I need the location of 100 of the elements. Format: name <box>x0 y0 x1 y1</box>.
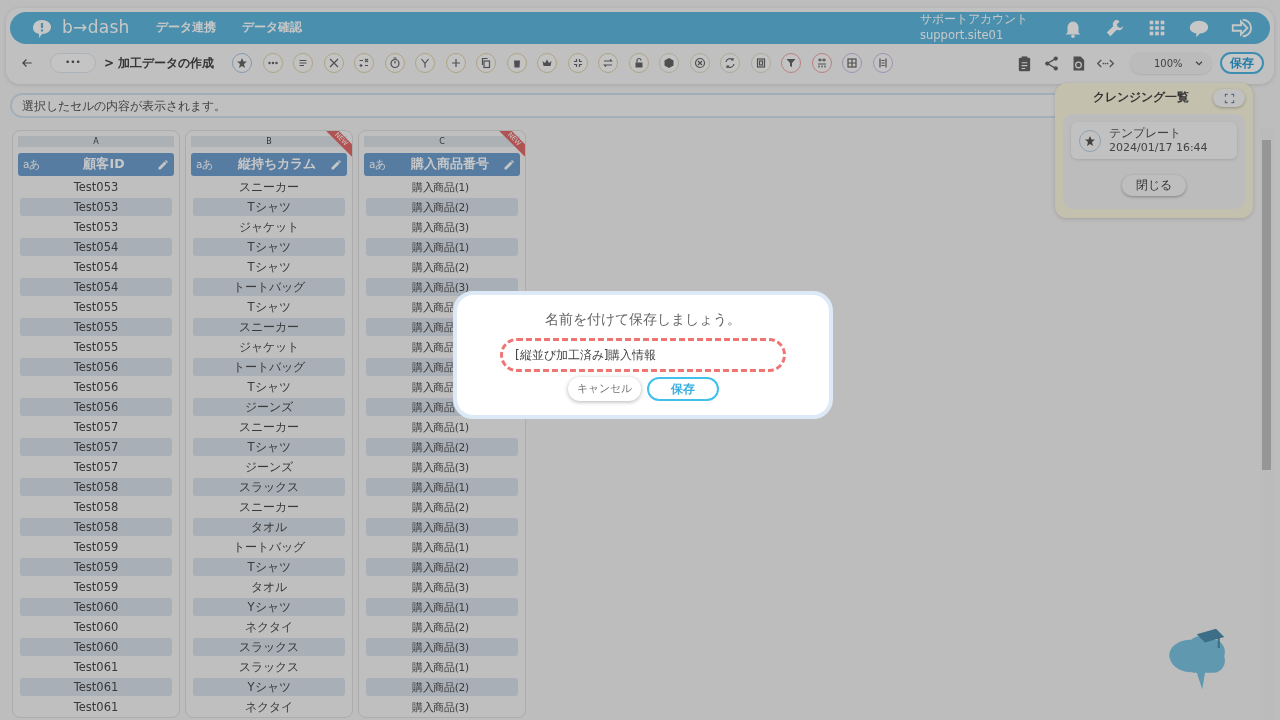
table-cell[interactable]: Tシャツ <box>193 258 345 276</box>
filter-icon[interactable] <box>781 53 802 73</box>
timer-icon[interactable] <box>384 53 405 73</box>
table-cell[interactable]: Test058 <box>20 478 172 496</box>
table-cell[interactable]: Test058 <box>20 518 172 536</box>
split-icon[interactable] <box>811 53 832 73</box>
table-cell[interactable]: Test060 <box>20 618 172 636</box>
table-cell[interactable]: Test060 <box>20 638 172 656</box>
column-icon[interactable] <box>872 53 893 73</box>
table-cell[interactable]: Tシャツ <box>193 438 345 456</box>
table-cell[interactable]: Yシャツ <box>193 598 345 616</box>
table-cell[interactable]: 購入商品(1) <box>366 598 518 616</box>
table-cell[interactable]: Test057 <box>20 458 172 476</box>
table-cell[interactable]: 購入商品(1) <box>366 178 518 196</box>
table-cell[interactable]: トートバッグ <box>193 358 345 376</box>
table-cell[interactable]: 購入商品(2) <box>366 198 518 216</box>
table-cell[interactable]: ジーンズ <box>193 398 345 416</box>
table-cell[interactable]: Tシャツ <box>193 558 345 576</box>
table-cell[interactable]: スラックス <box>193 478 345 496</box>
share-icon[interactable] <box>1043 54 1060 72</box>
table-cell[interactable]: 購入商品(3) <box>366 698 518 716</box>
table-cell[interactable]: 購入商品(1) <box>366 658 518 676</box>
table-cell[interactable]: タオル <box>193 518 345 536</box>
table-cell[interactable]: Test054 <box>20 258 172 276</box>
table-cell[interactable]: 購入商品(3) <box>366 458 518 476</box>
table-cell[interactable]: Test058 <box>20 498 172 516</box>
logout-icon[interactable] <box>1230 17 1252 39</box>
table-cell[interactable]: 購入商品(3) <box>366 518 518 536</box>
table-cell[interactable]: 購入商品(2) <box>366 678 518 696</box>
table-cell[interactable]: スニーカー <box>193 498 345 516</box>
table-cell[interactable]: Test057 <box>20 418 172 436</box>
table-cell[interactable]: Test059 <box>20 558 172 576</box>
table-cell[interactable]: 購入商品(1) <box>366 418 518 436</box>
table-cell[interactable]: Tシャツ <box>193 238 345 256</box>
save-button[interactable]: 保存 <box>1220 52 1264 74</box>
table-cell[interactable]: Test057 <box>20 438 172 456</box>
table-cell[interactable]: 購入商品(3) <box>366 278 518 296</box>
table-cell[interactable]: 購入商品(1) <box>366 238 518 256</box>
lock-icon[interactable] <box>628 53 649 73</box>
table-cell[interactable]: トートバッグ <box>193 538 345 556</box>
more-icon[interactable] <box>262 53 283 73</box>
table-cell[interactable]: ジーンズ <box>193 458 345 476</box>
template-card[interactable]: テンプレート 2024/01/17 16:44 <box>1071 122 1237 160</box>
table-cell[interactable]: Test055 <box>20 318 172 336</box>
pencil-icon[interactable] <box>503 158 515 171</box>
zoom-select[interactable]: 100% <box>1130 52 1212 74</box>
pencil-icon[interactable] <box>330 158 342 171</box>
table-cell[interactable]: Tシャツ <box>193 198 345 216</box>
table-cell[interactable]: 購入商品(3) <box>366 638 518 656</box>
table-cell[interactable]: Tシャツ <box>193 298 345 316</box>
table-cell[interactable]: ジャケット <box>193 218 345 236</box>
table-cell[interactable]: ネクタイ <box>193 698 345 716</box>
back-arrow-icon[interactable] <box>20 56 34 70</box>
table-cell[interactable]: Test053 <box>20 198 172 216</box>
table-cell[interactable]: Test056 <box>20 398 172 416</box>
table-cell[interactable]: Test061 <box>20 678 172 696</box>
table-cell[interactable]: 購入商品(2) <box>366 258 518 276</box>
replace-icon[interactable] <box>720 53 741 73</box>
copy-icon[interactable] <box>476 53 497 73</box>
table-cell[interactable]: Test060 <box>20 598 172 616</box>
lines-icon[interactable] <box>293 53 314 73</box>
trash-icon[interactable] <box>506 53 527 73</box>
table-cell[interactable]: Yシャツ <box>193 678 345 696</box>
table-cell[interactable]: 購入商品(2) <box>366 618 518 636</box>
math-icon[interactable] <box>354 53 375 73</box>
table-cell[interactable]: スニーカー <box>193 418 345 436</box>
table-cell[interactable]: Test054 <box>20 278 172 296</box>
table-cell[interactable]: Test055 <box>20 298 172 316</box>
table-cell[interactable]: 購入商品(3) <box>366 578 518 596</box>
fork-icon[interactable] <box>415 53 436 73</box>
table-cell[interactable]: Test061 <box>20 658 172 676</box>
table-cell[interactable]: Test053 <box>20 178 172 196</box>
table-cell[interactable]: Test061 <box>20 698 172 716</box>
cancel-button[interactable]: キャンセル <box>567 377 641 401</box>
table-cell[interactable]: Test056 <box>20 358 172 376</box>
table-cell[interactable]: スニーカー <box>193 178 345 196</box>
wrench-icon[interactable] <box>1104 17 1126 39</box>
plus-icon[interactable] <box>445 53 466 73</box>
clipboard-icon[interactable] <box>1016 54 1033 72</box>
cube-icon[interactable] <box>659 53 680 73</box>
table-cell[interactable]: トートバッグ <box>193 278 345 296</box>
expand-button[interactable] <box>1213 89 1245 107</box>
table-cell[interactable]: 購入商品(2) <box>366 498 518 516</box>
pencil-icon[interactable] <box>157 158 169 171</box>
table-cell[interactable]: Test055 <box>20 338 172 356</box>
table-cell[interactable]: Test059 <box>20 578 172 596</box>
table-cell[interactable]: Test053 <box>20 218 172 236</box>
table-grid-icon[interactable] <box>842 53 863 73</box>
table-cell[interactable]: ジャケット <box>193 338 345 356</box>
table-cell[interactable]: スラックス <box>193 658 345 676</box>
close-button[interactable]: 閉じる <box>1122 175 1186 197</box>
table-cell[interactable]: Test059 <box>20 538 172 556</box>
table-cell[interactable]: スニーカー <box>193 318 345 336</box>
table-cell[interactable]: Tシャツ <box>193 378 345 396</box>
table-cell[interactable]: ネクタイ <box>193 618 345 636</box>
table-cell[interactable]: 購入商品(2) <box>366 438 518 456</box>
crown-icon[interactable] <box>537 53 558 73</box>
table-cell[interactable]: 購入商品(1) <box>366 538 518 556</box>
breadcrumb-more-button[interactable]: ••• <box>50 53 96 73</box>
table-cell[interactable]: Test054 <box>20 238 172 256</box>
